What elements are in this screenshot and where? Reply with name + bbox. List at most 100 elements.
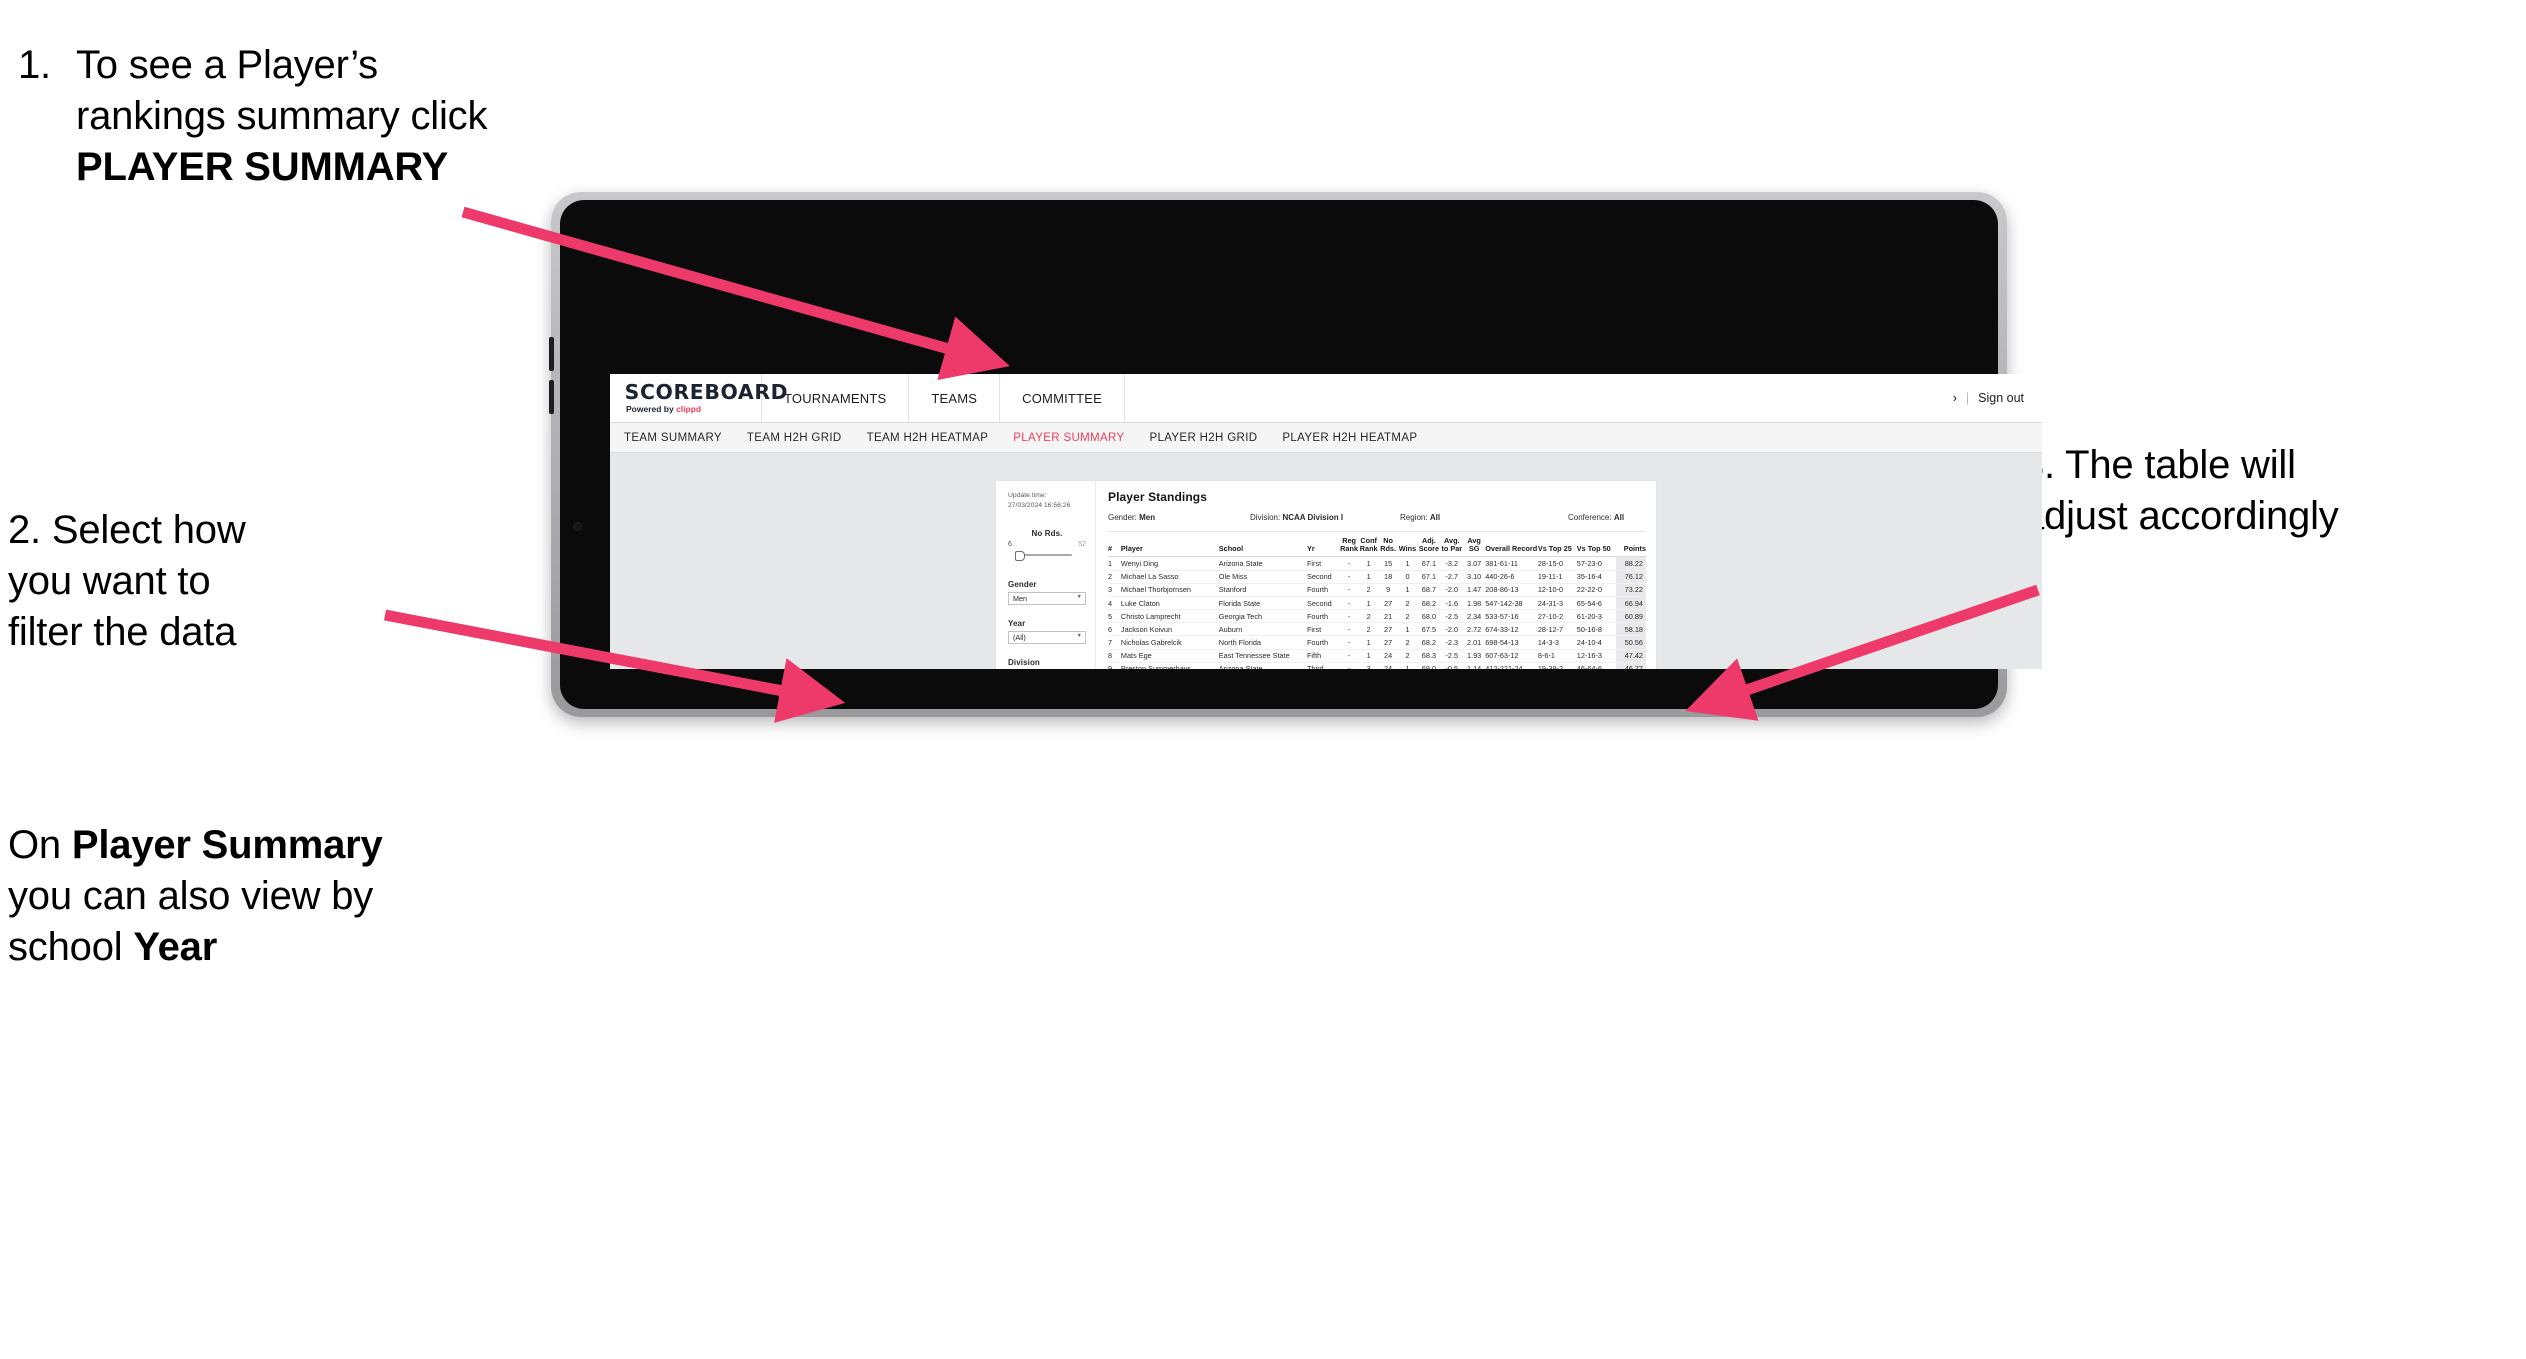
tab-team-summary[interactable]: TEAM SUMMARY <box>624 432 722 444</box>
tab-team-h2h-grid[interactable]: TEAM H2H GRID <box>747 432 842 444</box>
cell-no-rds: 18 <box>1378 570 1398 584</box>
cell-player: Michael La Sasso <box>1120 570 1219 584</box>
cell-avg-to-par: -2.0 <box>1440 622 1464 637</box>
cell-adj-score: 67.1 <box>1417 570 1441 584</box>
cell-vs-top-25: 19-39-2 <box>1537 662 1577 669</box>
col-yr[interactable]: Yr <box>1306 537 1340 558</box>
annotation-step-2-note: On Player Summary you can also view by s… <box>8 820 408 974</box>
cell-wins: 1 <box>1397 662 1418 669</box>
dimension-summary: Gender: Men Division: NCAA Division I Re… <box>1108 513 1646 532</box>
cell-avg-to-par: -3.2 <box>1440 556 1464 571</box>
cell-conf-rank: 2 <box>1358 622 1379 637</box>
col-adj-score[interactable]: Adj. Score <box>1417 536 1441 558</box>
cell-reg-rank: - <box>1339 570 1359 584</box>
cell-player: Jackson Koivun <box>1120 622 1219 637</box>
col-vs-top-50[interactable]: Vs Top 50 <box>1576 537 1617 558</box>
cell-rank: 8 <box>1108 649 1121 663</box>
cell-wins: 0 <box>1397 570 1418 584</box>
step-3-line-1: 3. The table will <box>2022 443 2296 487</box>
logo-powered-by: Powered by clippd <box>626 404 761 414</box>
cell-rank: 5 <box>1108 609 1121 624</box>
cell-points: 50.56 <box>1616 635 1646 650</box>
logo-text: SCOREBOARD <box>624 380 789 404</box>
tab-team-h2h-heatmap[interactable]: TEAM H2H HEATMAP <box>867 432 989 444</box>
table-row[interactable]: 5 Christo Lamprecht Georgia Tech Fourth -2 21… <box>1108 609 1646 624</box>
cell-conf-rank: 2 <box>1358 609 1379 624</box>
year-dropdown[interactable]: (All) ▼ <box>1008 630 1086 644</box>
cell-player: Mats Ege <box>1120 649 1219 663</box>
cell-overall-record: 674-33-12 <box>1485 622 1538 637</box>
cell-avg-sg: 2.34 <box>1463 609 1486 624</box>
cell-school: North Florida <box>1218 635 1307 650</box>
table-row[interactable]: 8 Mats Ege East Tennessee State Fifth -1 24 2 6… <box>1108 649 1646 663</box>
filter-no-rounds: No Rds. 6 52 <box>1008 529 1086 561</box>
cell-avg-sg: 1.47 <box>1463 583 1486 597</box>
cell-adj-score: 67.1 <box>1417 556 1441 571</box>
nav-committee[interactable]: COMMITTEE <box>1000 374 1125 422</box>
cell-wins: 2 <box>1397 649 1418 663</box>
gender-label: Gender <box>1008 579 1037 589</box>
tab-player-h2h-grid[interactable]: PLAYER H2H GRID <box>1149 432 1257 444</box>
cell-avg-sg: 3.07 <box>1463 556 1486 571</box>
table-row[interactable]: 6 Jackson Koivun Auburn First -2 27 1 67.5 -2.0 2… <box>1108 622 1646 637</box>
table-row[interactable]: 1 Wenyi Ding Arizona State First -1 15 1 67.1 -3… <box>1108 556 1646 571</box>
cell-rank: 2 <box>1108 570 1121 584</box>
tab-player-h2h-heatmap[interactable]: PLAYER H2H HEATMAP <box>1282 432 1417 444</box>
cell-avg-to-par: -2.5 <box>1440 649 1464 663</box>
dim-conference-value: All <box>1613 513 1625 522</box>
dim-region-value: All <box>1429 513 1441 522</box>
col-overall-record[interactable]: Overall Record <box>1485 537 1538 558</box>
cell-conf-rank: 2 <box>1358 583 1379 597</box>
col-avg-sg[interactable]: Avg SG <box>1463 536 1486 558</box>
cell-yr: First <box>1306 556 1340 571</box>
visualization-body: Update time: 27/03/2024 16:56:26 No Rds.… <box>996 481 1656 669</box>
user-menu-icon[interactable]: › <box>1953 391 1957 405</box>
volume-up-button[interactable] <box>549 337 554 371</box>
cell-no-rds: 27 <box>1378 635 1398 650</box>
cell-avg-sg: 1.93 <box>1463 649 1486 663</box>
col-reg-rank[interactable]: Reg Rank <box>1339 536 1359 558</box>
cell-reg-rank: - <box>1339 609 1359 624</box>
scoreboard-logo[interactable]: SCOREBOARD Powered by clippd <box>610 374 789 422</box>
sign-out-link[interactable]: Sign out <box>1978 391 2024 405</box>
player-standings-table: # Player School Yr Reg Rank Conf Rank No… <box>1108 536 1646 669</box>
cell-avg-sg: 3.10 <box>1463 570 1486 584</box>
visualization-card: Update time: 27/03/2024 16:56:26 No Rds.… <box>996 481 1656 669</box>
table-row[interactable]: 7 Nicholas Gabrelcik North Florida Fourth -1… <box>1108 635 1646 650</box>
no-rds-slider[interactable] <box>1008 550 1086 561</box>
col-rank[interactable]: # <box>1108 537 1121 558</box>
col-wins[interactable]: Wins <box>1397 537 1418 558</box>
col-no-rds[interactable]: No Rds. <box>1378 536 1398 558</box>
cell-overall-record: 208-86-13 <box>1485 583 1538 597</box>
cell-yr: Fourth <box>1306 609 1340 624</box>
table-row[interactable]: 4 Luke Claton Florida State Second -1 27 2 68.2… <box>1108 596 1646 611</box>
cell-vs-top-50: 65-54-6 <box>1576 596 1617 611</box>
cell-reg-rank: - <box>1339 583 1359 597</box>
col-school[interactable]: School <box>1218 537 1307 558</box>
cell-school: Georgia Tech <box>1218 609 1307 624</box>
cell-points: 58.18 <box>1616 622 1646 637</box>
nav-teams[interactable]: TEAMS <box>909 374 1001 422</box>
col-conf-rank[interactable]: Conf Rank <box>1358 536 1379 558</box>
cell-conf-rank: 1 <box>1358 570 1379 584</box>
cell-wins: 1 <box>1397 622 1418 637</box>
table-row[interactable]: 3 Michael Thorbjornsen Stanford Fourth -2 9 1 6… <box>1108 583 1646 597</box>
cell-adj-score: 68.2 <box>1417 596 1441 611</box>
cell-reg-rank: - <box>1339 662 1359 669</box>
table-row[interactable]: 2 Michael La Sasso Ole Miss Second -1 18 0 67.1… <box>1108 570 1646 584</box>
col-points[interactable]: Points <box>1616 537 1646 558</box>
table-row[interactable]: 9 Preston Summerhays Arizona State Third -3 2… <box>1108 662 1646 669</box>
cell-player: Michael Thorbjornsen <box>1120 583 1219 597</box>
col-avg-to-par[interactable]: Avg. to Par <box>1440 536 1464 558</box>
slider-handle[interactable] <box>1015 550 1025 561</box>
dim-gender: Gender: Men <box>1108 513 1250 522</box>
volume-down-button[interactable] <box>549 380 554 414</box>
col-player[interactable]: Player <box>1120 537 1219 558</box>
update-time-label: Update time: <box>1008 492 1047 499</box>
cell-overall-record: 533-57-16 <box>1485 609 1538 624</box>
col-vs-top-25[interactable]: Vs Top 25 <box>1537 537 1577 558</box>
gender-dropdown[interactable]: Men ▼ <box>1008 591 1086 605</box>
tab-player-summary[interactable]: PLAYER SUMMARY <box>1013 432 1124 444</box>
cell-reg-rank: - <box>1339 635 1359 650</box>
nav-separator: | <box>1965 391 1970 405</box>
